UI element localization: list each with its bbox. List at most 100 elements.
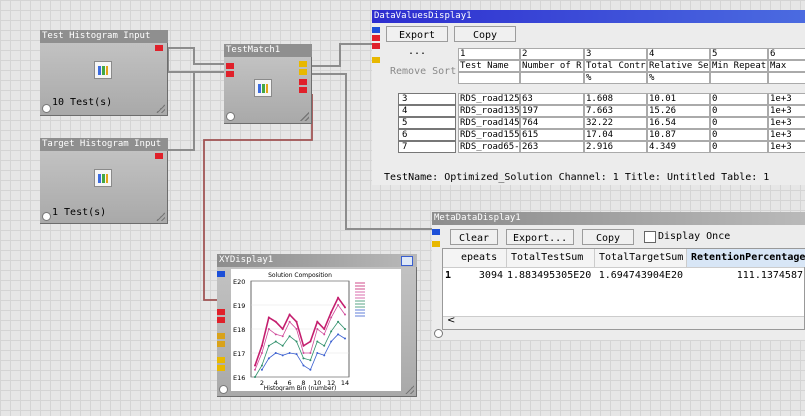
window-title[interactable]: MetaDataDisplay1 xyxy=(432,212,805,225)
input-port[interactable] xyxy=(217,341,225,347)
input-port[interactable] xyxy=(226,63,234,69)
metadata-cell[interactable]: 3094 xyxy=(457,269,507,283)
resize-grip[interactable] xyxy=(300,112,309,121)
module-title[interactable]: TestMatch1 xyxy=(224,44,312,57)
table-cell[interactable]: 15.26 xyxy=(647,105,710,117)
table-cell[interactable]: 197 xyxy=(520,105,584,117)
scroll-left-arrow[interactable]: < xyxy=(447,315,455,326)
metadata-table[interactable]: epeats TotalTestSum TotalTargetSum Retentio… xyxy=(442,248,805,330)
table-cell[interactable]: 17.04 xyxy=(584,129,647,141)
column-header[interactable]: Number of R xyxy=(520,60,584,72)
export-button[interactable]: Export... xyxy=(506,229,574,245)
column-number[interactable]: 6 xyxy=(768,48,805,60)
table-cell[interactable]: 263 xyxy=(520,141,584,153)
table-cell[interactable]: 1e+3 xyxy=(768,117,805,129)
input-port[interactable] xyxy=(432,241,440,247)
table-cell[interactable]: 1e+3 xyxy=(768,141,805,153)
copy-button[interactable]: Copy xyxy=(454,26,516,42)
metadata-cell[interactable]: 1.883495305E20 xyxy=(507,269,595,283)
input-port[interactable] xyxy=(217,309,225,315)
resize-grip[interactable] xyxy=(156,212,165,221)
input-port[interactable] xyxy=(432,229,440,235)
display-once-checkbox[interactable] xyxy=(644,231,656,243)
table-cell[interactable]: 0 xyxy=(710,93,768,105)
table-cell[interactable]: 1e+3 xyxy=(768,105,805,117)
table-cell[interactable]: 7.663 xyxy=(584,105,647,117)
remove-sort-button[interactable]: Remove Sort xyxy=(390,66,456,77)
column-unit[interactable]: % xyxy=(584,72,647,84)
output-port[interactable] xyxy=(299,87,307,93)
resize-grip[interactable] xyxy=(405,385,414,394)
test-match-module[interactable]: TestMatch1 xyxy=(224,44,312,124)
column-number[interactable]: 5 xyxy=(710,48,768,60)
module-title[interactable]: Test Histogram Input xyxy=(40,30,168,43)
table-cell[interactable]: 615 xyxy=(520,129,584,141)
metadata-cell[interactable]: 1.694743904E20 xyxy=(595,269,687,283)
xy-display-module[interactable]: XYDisplay1 Solution Composition E20 E19 E18… xyxy=(217,254,417,397)
row-number[interactable]: 6 xyxy=(398,129,456,141)
column-header[interactable]: Relative Se xyxy=(647,60,710,72)
column-header[interactable]: Test Name xyxy=(458,60,520,72)
column-header[interactable]: Total Contr xyxy=(584,60,647,72)
output-port[interactable] xyxy=(155,45,163,51)
metadata-column-header[interactable]: TotalTargetSum xyxy=(595,249,687,267)
table-cell[interactable]: RDS_road155 xyxy=(458,129,520,141)
metadata-cell[interactable]: 111.1374587 xyxy=(687,269,805,283)
resize-grip[interactable] xyxy=(156,104,165,113)
column-unit[interactable] xyxy=(520,72,584,84)
input-port[interactable] xyxy=(372,35,380,41)
target-histogram-input-module[interactable]: Target Histogram Input 1 Test(s) xyxy=(40,138,168,224)
table-cell[interactable]: 2.916 xyxy=(584,141,647,153)
column-number[interactable]: 3 xyxy=(584,48,647,60)
input-port[interactable] xyxy=(217,333,225,339)
table-cell[interactable]: 0 xyxy=(710,141,768,153)
column-unit[interactable] xyxy=(710,72,768,84)
table-cell[interactable]: 16.54 xyxy=(647,117,710,129)
input-port[interactable] xyxy=(372,43,380,49)
input-port[interactable] xyxy=(217,271,225,277)
column-number[interactable]: 4 xyxy=(647,48,710,60)
table-cell[interactable]: 0 xyxy=(710,129,768,141)
data-values-display-window[interactable]: DataValuesDisplay1 Export ... Copy Remov… xyxy=(372,10,805,185)
column-unit[interactable] xyxy=(458,72,520,84)
metadata-column-header[interactable]: RetentionPercentage xyxy=(687,249,805,267)
input-port[interactable] xyxy=(372,57,380,63)
row-number[interactable]: 3 xyxy=(398,93,456,105)
export-button[interactable]: Export ... xyxy=(386,26,448,57)
table-cell[interactable]: 0 xyxy=(710,105,768,117)
metadata-column-header[interactable]: TotalTestSum xyxy=(507,249,595,267)
table-cell[interactable]: RDS_road135 xyxy=(458,105,520,117)
module-title[interactable]: XYDisplay1 xyxy=(217,254,417,267)
output-port[interactable] xyxy=(299,79,307,85)
table-cell[interactable]: 4.349 xyxy=(647,141,710,153)
input-port[interactable] xyxy=(226,71,234,77)
input-port[interactable] xyxy=(217,365,225,371)
clear-button[interactable]: Clear xyxy=(450,229,498,245)
column-header[interactable]: Min Repeats xyxy=(710,60,768,72)
table-cell[interactable]: RDS_road125 xyxy=(458,93,520,105)
table-cell[interactable]: RDS_road145 xyxy=(458,117,520,129)
input-port[interactable] xyxy=(217,317,225,323)
row-number[interactable]: 4 xyxy=(398,105,456,117)
table-cell[interactable]: 764 xyxy=(520,117,584,129)
table-cell[interactable]: 10.87 xyxy=(647,129,710,141)
horizontal-scrollbar[interactable]: < xyxy=(443,315,804,329)
output-port[interactable] xyxy=(155,153,163,159)
window-icon[interactable] xyxy=(401,256,413,266)
column-number[interactable]: 1 xyxy=(458,48,520,60)
table-cell[interactable]: 1e+3 xyxy=(768,93,805,105)
column-header[interactable]: Max xyxy=(768,60,805,72)
input-port[interactable] xyxy=(372,27,380,33)
output-port[interactable] xyxy=(299,69,307,75)
metadata-column-header[interactable]: epeats xyxy=(457,249,507,267)
row-number[interactable]: 5 xyxy=(398,117,456,129)
table-cell[interactable]: RDS_road65- xyxy=(458,141,520,153)
metadata-display-window[interactable]: MetaDataDisplay1 Clear Export... Copy Di… xyxy=(432,212,805,340)
row-number[interactable]: 7 xyxy=(398,141,456,153)
column-number[interactable]: 2 xyxy=(520,48,584,60)
column-unit[interactable]: % xyxy=(647,72,710,84)
copy-button[interactable]: Copy xyxy=(582,229,634,245)
table-cell[interactable]: 10.01 xyxy=(647,93,710,105)
table-cell[interactable]: 63 xyxy=(520,93,584,105)
table-cell[interactable]: 1e+3 xyxy=(768,129,805,141)
